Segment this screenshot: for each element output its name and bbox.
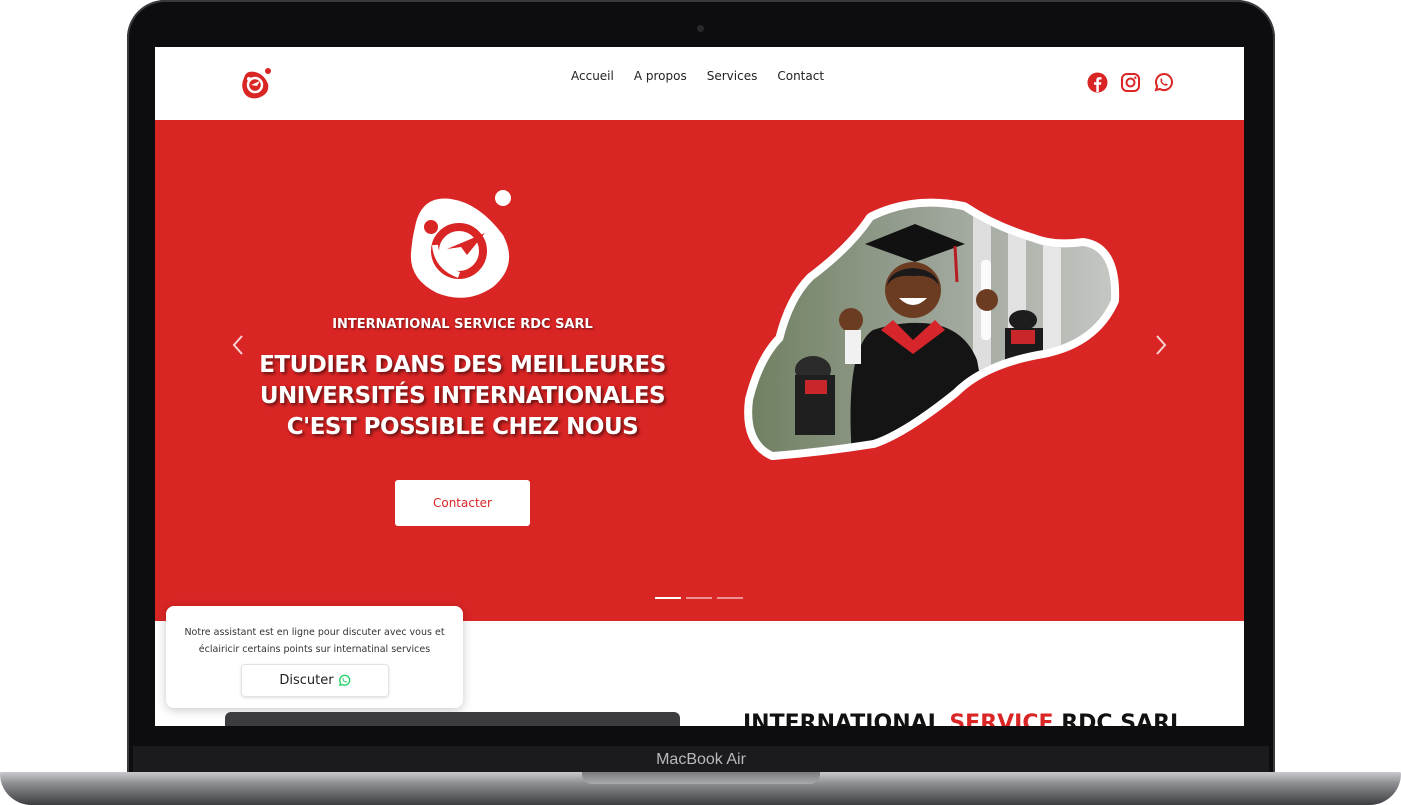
chat-message: Notre assistant est en ligne pour discut… [184, 627, 445, 655]
laptop-notch [582, 772, 820, 784]
nav-a-propos[interactable]: A propos [634, 69, 687, 83]
hero-title-line: ETUDIER DANS DES MEILLEURES [259, 352, 666, 378]
chat-discuss-button[interactable]: Discuter [241, 664, 389, 697]
browser-screen: Accueil A propos Services Contact INTERN… [155, 47, 1244, 726]
about-title-part: INTERNATIONAL [743, 711, 950, 726]
hero-title: ETUDIER DANS DES MEILLEURES UNIVERSITÉS … [235, 350, 690, 443]
contact-button[interactable]: Contacter [395, 480, 530, 526]
hero-company-name: INTERNATIONAL SERVICE RDC SARL [332, 317, 593, 332]
instagram-icon[interactable] [1120, 72, 1141, 93]
nav-accueil[interactable]: Accueil [571, 69, 614, 83]
carousel-indicators [655, 597, 743, 599]
brand-logo-icon[interactable] [238, 66, 272, 100]
laptop-bezel: MacBook Air [133, 746, 1269, 774]
chat-button-label: Discuter [279, 673, 334, 688]
social-links [1087, 72, 1174, 93]
carousel-prev-icon[interactable] [228, 330, 248, 360]
facebook-icon[interactable] [1087, 72, 1108, 93]
main-nav: Accueil A propos Services Contact [571, 69, 824, 83]
about-title-accent: SERVICE [949, 711, 1054, 726]
about-title-part: RDC SARL [1053, 711, 1185, 726]
about-title: INTERNATIONAL SERVICE RDC SARL [743, 711, 1184, 726]
site-header: Accueil A propos Services Contact [155, 47, 1244, 120]
chat-popup: Notre assistant est en ligne pour discut… [166, 606, 463, 708]
device-label: MacBook Air [656, 751, 746, 768]
nav-services[interactable]: Services [707, 69, 758, 83]
carousel-indicator[interactable] [686, 597, 712, 599]
hero-title-line: UNIVERSITÉS INTERNATIONALES [259, 383, 666, 409]
carousel-indicator[interactable] [655, 597, 681, 599]
carousel-next-icon[interactable] [1151, 330, 1171, 360]
hero-logo-icon [410, 190, 511, 298]
carousel-indicator[interactable] [717, 597, 743, 599]
whatsapp-icon[interactable] [1153, 72, 1174, 93]
hero-carousel: INTERNATIONAL SERVICE RDC SARL ETUDIER D… [155, 120, 1244, 621]
hero-title-line: C'EST POSSIBLE CHEZ NOUS [286, 414, 639, 440]
camera [697, 25, 704, 32]
whatsapp-icon [338, 674, 350, 687]
video-player[interactable] [225, 712, 680, 726]
nav-contact[interactable]: Contact [777, 69, 824, 83]
graduate-photo [744, 198, 1120, 460]
